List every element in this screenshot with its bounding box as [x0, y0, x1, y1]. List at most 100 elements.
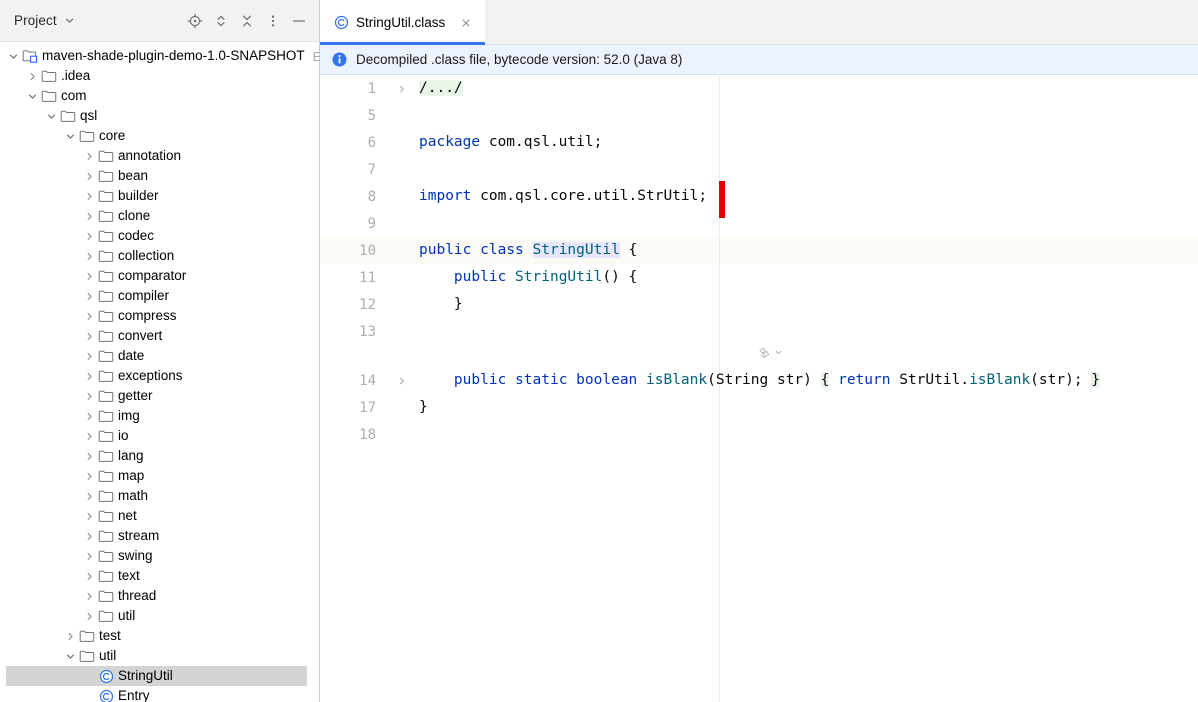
- locate-icon[interactable]: [182, 8, 208, 34]
- tree-node[interactable]: test: [0, 626, 320, 646]
- tree-node[interactable]: getter: [0, 386, 320, 406]
- project-panel-title[interactable]: Project: [14, 13, 57, 28]
- chevron-down-icon[interactable]: [774, 345, 783, 361]
- tree-node-label: qsl: [80, 108, 97, 124]
- chevron-right-icon[interactable]: [82, 209, 97, 224]
- chevron-right-icon[interactable]: [82, 289, 97, 304]
- chevron-down-icon[interactable]: [6, 49, 21, 64]
- code-line[interactable]: 17}: [320, 394, 1198, 421]
- chevron-right-icon[interactable]: [82, 409, 97, 424]
- tree-node[interactable]: util: [0, 606, 320, 626]
- code-line[interactable]: 13: [320, 318, 1198, 345]
- tree-node[interactable]: util: [0, 646, 320, 666]
- chevron-right-icon[interactable]: [82, 509, 97, 524]
- chevron-right-icon[interactable]: [82, 449, 97, 464]
- close-icon[interactable]: [458, 15, 474, 31]
- fold-expand-icon[interactable]: [391, 84, 413, 94]
- chevron-right-icon[interactable]: [82, 169, 97, 184]
- more-options-icon[interactable]: [260, 8, 286, 34]
- code-token: () {: [602, 269, 637, 285]
- tree-node[interactable]: annotation: [0, 146, 320, 166]
- code-token: {: [620, 242, 637, 258]
- project-tree[interactable]: maven-shade-plugin-demo-1.0-SNAPSHOTE.id…: [0, 42, 320, 702]
- code-line[interactable]: 5: [320, 102, 1198, 129]
- code-token: }: [419, 296, 463, 312]
- chevron-right-icon[interactable]: [82, 609, 97, 624]
- tree-node[interactable]: .idea: [0, 66, 320, 86]
- tree-node-label: exceptions: [118, 368, 183, 384]
- chevron-right-icon[interactable]: [82, 489, 97, 504]
- chevron-down-icon[interactable]: [63, 649, 78, 664]
- tree-node[interactable]: bean: [0, 166, 320, 186]
- expand-collapse-icon[interactable]: [208, 8, 234, 34]
- code-line[interactable]: 18: [320, 421, 1198, 448]
- code-line[interactable]: 6package com.qsl.util;: [320, 129, 1198, 156]
- tree-node[interactable]: core: [0, 126, 320, 146]
- code-token: isBlank: [646, 372, 707, 388]
- tree-node[interactable]: compiler: [0, 286, 320, 306]
- run-gutter-icon[interactable]: [757, 345, 783, 361]
- tree-node[interactable]: com: [0, 86, 320, 106]
- tree-node[interactable]: stream: [0, 526, 320, 546]
- chevron-right-icon[interactable]: [82, 569, 97, 584]
- code-line[interactable]: 1/.../: [320, 75, 1198, 102]
- chevron-right-icon[interactable]: [82, 369, 97, 384]
- chevron-down-icon[interactable]: [63, 129, 78, 144]
- chevron-right-icon[interactable]: [82, 149, 97, 164]
- code-line[interactable]: 7: [320, 156, 1198, 183]
- chevron-down-icon[interactable]: [44, 109, 59, 124]
- tree-node[interactable]: io: [0, 426, 320, 446]
- chevron-right-icon[interactable]: [82, 549, 97, 564]
- chevron-right-icon[interactable]: [82, 389, 97, 404]
- chevron-right-icon[interactable]: [63, 629, 78, 644]
- tree-node[interactable]: date: [0, 346, 320, 366]
- fold-expand-icon[interactable]: [391, 376, 413, 386]
- tree-node[interactable]: exceptions: [0, 366, 320, 386]
- chevron-right-icon[interactable]: [82, 349, 97, 364]
- chevron-right-icon[interactable]: [82, 229, 97, 244]
- tree-node[interactable]: net: [0, 506, 320, 526]
- code-line[interactable]: 11 public StringUtil() {: [320, 264, 1198, 291]
- chevron-right-icon[interactable]: [82, 329, 97, 344]
- chevron-right-icon[interactable]: [82, 309, 97, 324]
- info-icon: [332, 52, 347, 67]
- chevron-right-icon[interactable]: [82, 429, 97, 444]
- tree-node[interactable]: comparator: [0, 266, 320, 286]
- tree-node[interactable]: compress: [0, 306, 320, 326]
- code-line[interactable]: 10public class StringUtil {: [320, 237, 1198, 264]
- code-line[interactable]: 12 }: [320, 291, 1198, 318]
- tree-node[interactable]: map: [0, 466, 320, 486]
- tree-node[interactable]: img: [0, 406, 320, 426]
- tree-node[interactable]: maven-shade-plugin-demo-1.0-SNAPSHOTE: [0, 46, 320, 66]
- chevron-right-icon[interactable]: [82, 189, 97, 204]
- chevron-down-icon[interactable]: [64, 15, 75, 26]
- tree-node[interactable]: thread: [0, 586, 320, 606]
- tree-node[interactable]: swing: [0, 546, 320, 566]
- editor-tab[interactable]: StringUtil.class: [320, 0, 485, 45]
- tree-node[interactable]: collection: [0, 246, 320, 266]
- chevron-right-icon[interactable]: [82, 249, 97, 264]
- code-line[interactable]: 9: [320, 210, 1198, 237]
- collapse-all-icon[interactable]: [234, 8, 260, 34]
- tree-node[interactable]: Entry: [0, 686, 320, 702]
- code-line[interactable]: 14 public static boolean isBlank(String …: [320, 367, 1198, 394]
- chevron-right-icon[interactable]: [82, 469, 97, 484]
- chevron-right-icon[interactable]: [82, 589, 97, 604]
- chevron-right-icon[interactable]: [82, 529, 97, 544]
- tree-node-selected[interactable]: StringUtil: [0, 666, 320, 686]
- hide-icon[interactable]: [286, 8, 312, 34]
- code-token: (str);: [1030, 372, 1091, 388]
- tree-node[interactable]: qsl: [0, 106, 320, 126]
- tree-node[interactable]: clone: [0, 206, 320, 226]
- chevron-right-icon[interactable]: [25, 69, 40, 84]
- tree-node[interactable]: text: [0, 566, 320, 586]
- chevron-right-icon[interactable]: [82, 269, 97, 284]
- tree-node[interactable]: convert: [0, 326, 320, 346]
- tree-node[interactable]: builder: [0, 186, 320, 206]
- code-line[interactable]: 8import com.qsl.core.util.StrUtil;: [320, 183, 1198, 210]
- tree-node[interactable]: math: [0, 486, 320, 506]
- tree-node[interactable]: codec: [0, 226, 320, 246]
- chevron-down-icon[interactable]: [25, 89, 40, 104]
- code-editor[interactable]: 1/.../56package com.qsl.util;78import co…: [320, 75, 1198, 702]
- tree-node[interactable]: lang: [0, 446, 320, 466]
